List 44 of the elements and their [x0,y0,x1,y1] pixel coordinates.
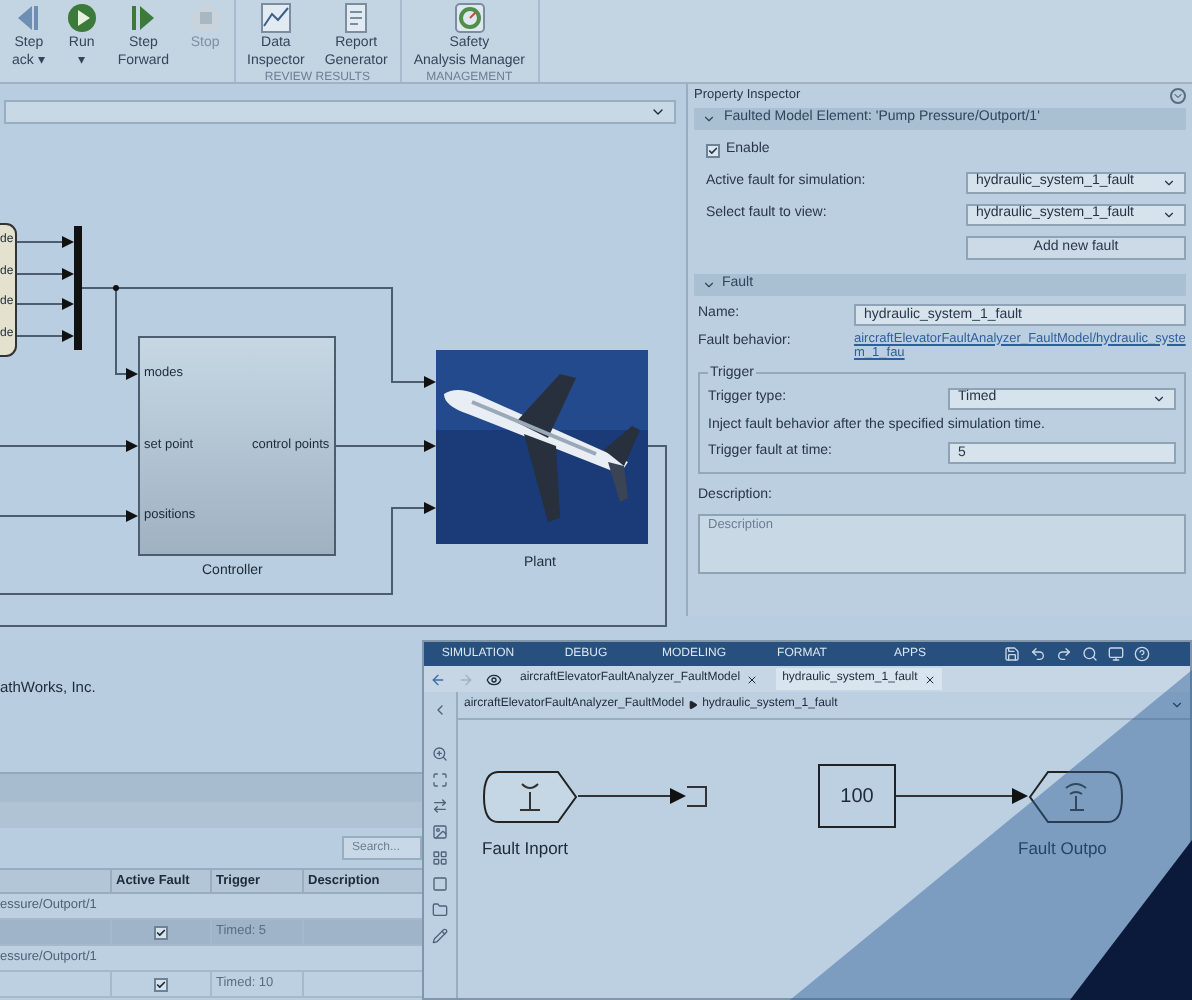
monitor-icon[interactable] [1108,646,1124,662]
gauge-icon [453,2,486,34]
image-icon[interactable] [432,824,448,840]
separator-icon [688,700,699,710]
pencil-icon[interactable] [432,928,448,944]
checkbox[interactable] [706,143,720,158]
caret-icon [1162,175,1176,189]
close-icon[interactable] [746,673,759,685]
inport-block[interactable] [482,770,578,824]
caret-icon [1152,391,1166,405]
terminator-block[interactable] [686,786,708,808]
caret-icon [1162,207,1176,221]
caret-icon[interactable] [1170,698,1184,712]
signal-line [578,788,686,804]
outport-block[interactable] [1028,770,1124,824]
view-icon[interactable] [486,671,502,687]
fit-view-icon[interactable] [432,772,448,788]
run-icon [65,2,98,34]
block-label: Fault Outpo [1018,836,1107,862]
collapse-icon[interactable] [1170,88,1186,104]
signal-line [896,788,1028,804]
save-icon[interactable] [1004,646,1020,662]
redo-icon[interactable] [1056,646,1072,662]
caret-icon [650,104,666,120]
hide-icon[interactable] [432,702,448,718]
back-icon[interactable] [430,671,446,687]
undo-icon[interactable] [1030,646,1046,662]
expand-icon [702,112,716,126]
grid-icon[interactable] [432,850,448,866]
search-icon[interactable] [1082,646,1098,662]
folder-icon[interactable] [432,902,448,918]
chart-icon [259,2,292,34]
close-icon[interactable] [923,673,936,685]
checkbox[interactable] [154,925,168,940]
block-label: Fault Inport [482,836,568,862]
arrows-icon[interactable] [432,798,448,814]
expand-icon [702,277,716,291]
controller-block[interactable] [138,336,336,556]
square-icon[interactable] [432,876,448,892]
help-icon[interactable] [1134,646,1150,662]
document-icon [340,2,373,34]
constant-block[interactable]: 100 [818,764,896,828]
checkbox[interactable] [154,977,168,992]
zoom-in-icon[interactable] [432,746,448,762]
